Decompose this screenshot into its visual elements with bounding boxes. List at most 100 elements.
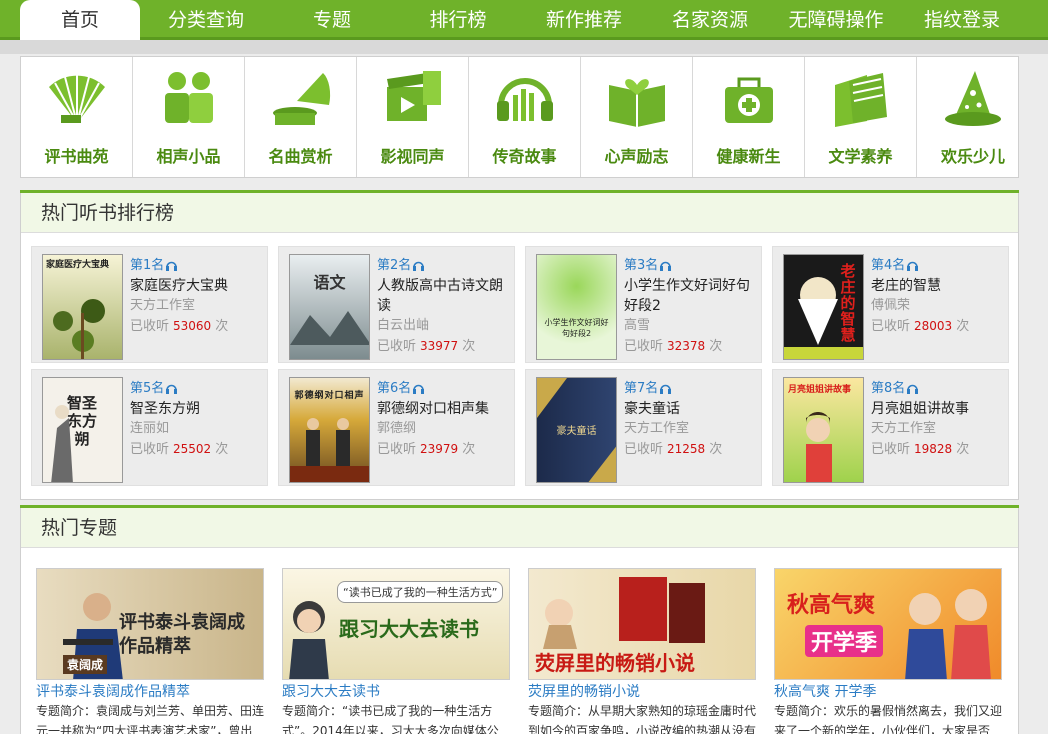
times-label: 次	[462, 339, 476, 354]
book-title[interactable]: 小学生作文好词好句好段2	[624, 276, 756, 316]
banner-subtitle: 开学季	[805, 625, 884, 657]
category-storytelling[interactable]: 评书曲苑	[21, 57, 133, 177]
listen-count: 28003	[914, 319, 953, 333]
topic-title[interactable]: 秋高气爽 开学季	[774, 683, 1002, 701]
ranking-section: 热门听书排行榜 家庭医疗大宝典 第1名 家庭医疗大宝典 天方工作室 已收听 530…	[20, 193, 1019, 500]
book-cover[interactable]: 语文	[289, 254, 370, 360]
book-cover[interactable]: 老庄的智慧	[783, 254, 864, 360]
ranking-item-3[interactable]: 小学生作文好词好句好段2 第3名 小学生作文好词好句好段2 高雪 已收听 3237…	[525, 246, 762, 363]
book-cover[interactable]: 豪夫童话	[536, 377, 617, 483]
banner-title: 评书泰斗袁阔成作品精萃	[119, 612, 245, 657]
ranking-item-7[interactable]: 豪夫童话 第7名 豪夫童话 天方工作室 已收听 21258 次	[525, 369, 762, 486]
category-film[interactable]: 影视同声	[357, 57, 469, 177]
book-title[interactable]: 智圣东方朔	[130, 399, 262, 419]
nav-tab-home[interactable]: 首页	[20, 0, 140, 42]
ranking-item-5[interactable]: 智圣东方朔 第5名 智圣东方朔 连丽如 已收听 25502 次	[31, 369, 268, 486]
category-kids[interactable]: 欢乐少儿	[917, 57, 1029, 177]
banner-title: 跟习大大去读书	[339, 617, 479, 641]
nav-divider	[0, 40, 1048, 54]
medical-kit-icon	[725, 77, 773, 123]
category-health[interactable]: 健康新生	[693, 57, 805, 177]
topic-banner[interactable]: 荧屏里的畅销小说	[528, 568, 756, 680]
headphones-icon	[166, 384, 178, 394]
category-label: 影视同声	[380, 147, 445, 166]
times-label: 次	[709, 339, 723, 354]
ranking-item-4[interactable]: 老庄的智慧 第4名 老庄的智慧 傅佩荣 已收听 28003 次	[772, 246, 1009, 363]
book-author: 天方工作室	[130, 298, 196, 313]
cover-text: 语文	[313, 273, 346, 292]
topic-banner[interactable]: 评书泰斗袁阔成作品精萃 袁阔成	[36, 568, 264, 680]
wizard-hat-icon	[945, 71, 1001, 126]
topic-banner[interactable]: 秋高气爽 开学季	[774, 568, 1002, 680]
book-title[interactable]: 老庄的智慧	[871, 276, 1003, 296]
topic-title[interactable]: 荧屏里的畅销小说	[528, 683, 756, 701]
listened-label: 已收听	[377, 442, 417, 457]
nav-tab-masters[interactable]: 名家资源	[650, 0, 770, 40]
listen-count: 32378	[667, 339, 706, 353]
ranking-item-1[interactable]: 家庭医疗大宝典 第1名 家庭医疗大宝典 天方工作室 已收听 53060 次	[31, 246, 268, 363]
category-literature[interactable]: 文学素养	[805, 57, 917, 177]
category-label: 欢乐少儿	[940, 147, 1005, 166]
topic-title[interactable]: 跟习大大去读书	[282, 683, 510, 701]
listened-label: 已收听	[377, 339, 417, 354]
topic-card-3[interactable]: 荧屏里的畅销小说 荧屏里的畅销小说 专题简介：从早期大家熟知的琼瑶金庸时代到如今…	[528, 568, 756, 734]
nav-tab-accessibility[interactable]: 无障碍操作	[776, 0, 896, 40]
times-label: 次	[956, 442, 970, 457]
book-author: 傅佩荣	[871, 298, 911, 313]
listen-count: 21258	[667, 442, 706, 456]
times-label: 次	[215, 442, 229, 457]
topic-title[interactable]: 评书泰斗袁阔成作品精萃	[36, 683, 264, 701]
banner-quote: “读书已成了我的一种生活方式”	[337, 581, 504, 603]
category-legend[interactable]: 传奇故事	[469, 57, 581, 177]
topic-card-1[interactable]: 评书泰斗袁阔成作品精萃 袁阔成 评书泰斗袁阔成作品精萃 专题简介：袁阔成与刘兰芳…	[36, 568, 264, 734]
book-title[interactable]: 豪夫童话	[624, 399, 756, 419]
listened-label: 已收听	[871, 442, 911, 457]
cover-text: 豪夫童话	[556, 426, 597, 437]
category-inspiration[interactable]: 心声励志	[581, 57, 693, 177]
topics-section-title: 热门专题	[21, 508, 1018, 548]
category-label: 名曲赏析	[268, 147, 333, 166]
headphones-icon	[660, 261, 672, 271]
books-icon	[835, 73, 887, 127]
nav-tab-topics[interactable]: 专题	[272, 0, 392, 40]
book-author: 白云出岫	[377, 318, 430, 333]
book-title[interactable]: 郭德纲对口相声集	[377, 399, 509, 419]
category-crosstalk[interactable]: 相声小品	[133, 57, 245, 177]
times-label: 次	[462, 442, 476, 457]
listen-count: 23979	[420, 442, 459, 456]
listened-label: 已收听	[624, 442, 664, 457]
times-label: 次	[215, 319, 229, 334]
book-title[interactable]: 人教版高中古诗文朗读	[377, 276, 509, 316]
topic-card-4[interactable]: 秋高气爽 开学季 秋高气爽 开学季 专题简介：欢乐的暑假悄然离去，我们又迎来了一…	[774, 568, 1002, 734]
nav-tab-category[interactable]: 分类查询	[146, 0, 266, 40]
book-title[interactable]: 家庭医疗大宝典	[130, 276, 262, 296]
book-cover[interactable]: 小学生作文好词好句好段2	[536, 254, 617, 360]
topic-banner[interactable]: “读书已成了我的一种生活方式” 跟习大大去读书	[282, 568, 510, 680]
nav-tab-new[interactable]: 新作推荐	[524, 0, 644, 40]
ranking-item-8[interactable]: 月亮姐姐讲故事 第8名 月亮姐姐讲故事 天方工作室 已收听 19828 次	[772, 369, 1009, 486]
times-label: 次	[956, 319, 970, 334]
book-author: 天方工作室	[624, 421, 690, 436]
ranking-item-6[interactable]: 郭德纲对口相声 第6名 郭德纲对口相声集 郭德纲 已收听 23979 次	[278, 369, 515, 486]
ranking-section-title: 热门听书排行榜	[21, 193, 1018, 233]
ranking-item-2[interactable]: 语文 第2名 人教版高中古诗文朗读 白云出岫 已收听 33977 次	[278, 246, 515, 363]
book-cover[interactable]: 郭德纲对口相声	[289, 377, 370, 483]
times-label: 次	[709, 442, 723, 457]
rank-number: 第8名	[871, 381, 906, 396]
listen-count: 19828	[914, 442, 953, 456]
nav-tab-fingerprint-login[interactable]: 指纹登录	[902, 0, 1022, 40]
topic-card-2[interactable]: “读书已成了我的一种生活方式” 跟习大大去读书 跟习大大去读书 专题简介：“读书…	[282, 568, 510, 734]
nav-tab-ranking[interactable]: 排行榜	[398, 0, 518, 40]
rank-number: 第3名	[624, 258, 659, 273]
category-music[interactable]: 名曲赏析	[245, 57, 357, 177]
book-cover[interactable]: 智圣东方朔	[42, 377, 123, 483]
book-cover[interactable]: 家庭医疗大宝典	[42, 254, 123, 360]
topics-section: 热门专题 评书泰斗袁阔成作品精萃 袁阔成 评书泰斗袁阔成作品精萃 专题简介：袁阔…	[20, 508, 1019, 734]
book-cover[interactable]: 月亮姐姐讲故事	[783, 377, 864, 483]
rank-number: 第4名	[871, 258, 906, 273]
book-title[interactable]: 月亮姐姐讲故事	[871, 399, 1003, 419]
listened-label: 已收听	[130, 442, 170, 457]
fan-icon	[49, 75, 105, 124]
book-author: 郭德纲	[377, 421, 417, 436]
book-author: 天方工作室	[871, 421, 937, 436]
